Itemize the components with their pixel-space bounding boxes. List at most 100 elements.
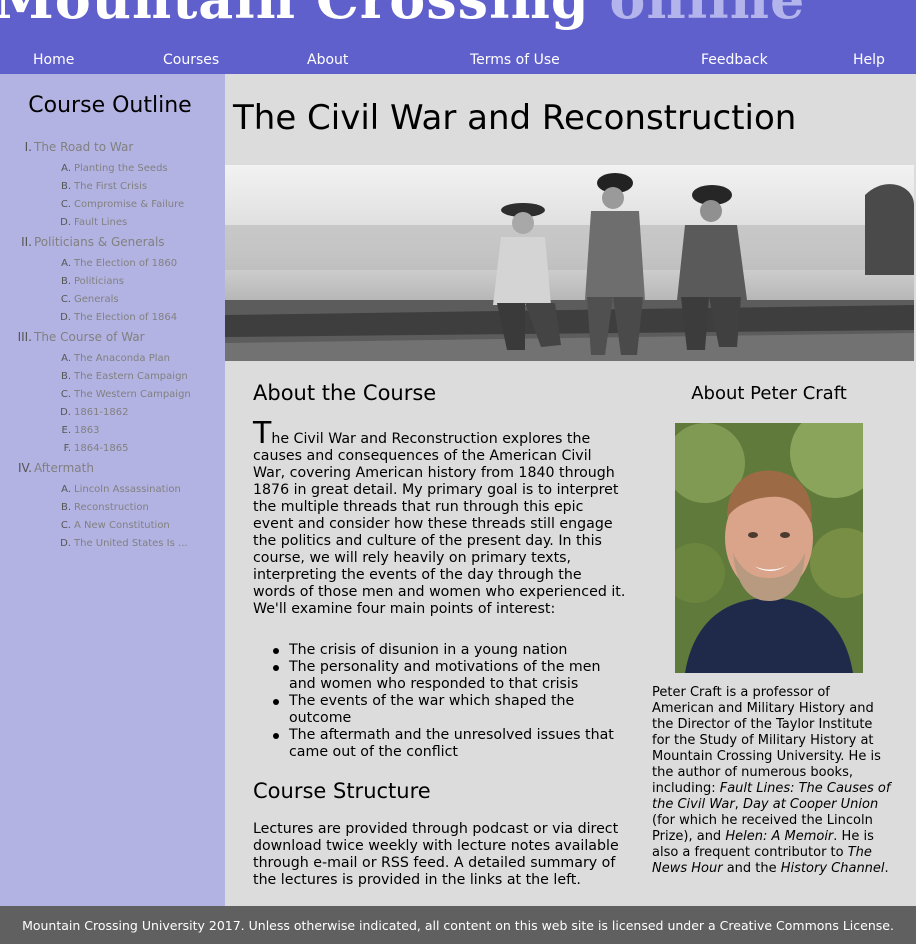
site-header: Mountain Crossing online Home Courses Ab…	[0, 0, 916, 74]
logo-main-text: Mountain Crossing	[0, 0, 590, 31]
course-outline-sidebar: Course Outline I. The Road to War A. Plant…	[0, 74, 225, 906]
nav-home[interactable]: Home	[33, 52, 74, 68]
nav-feedback[interactable]: Feedback	[701, 52, 768, 68]
outline-item: A. Lincoln Assassination	[50, 484, 181, 495]
course-intro-paragraph: The Civil War and Reconstruction explore…	[253, 419, 628, 618]
section-link[interactable]: The Road to War	[34, 140, 133, 154]
drop-cap: T	[253, 416, 272, 451]
item-link[interactable]: Reconstruction	[74, 502, 149, 513]
outline-item: A. Planting the Seeds	[50, 163, 168, 174]
item-link[interactable]: Generals	[74, 294, 119, 305]
item-link[interactable]: Politicians	[74, 276, 124, 287]
main-nav: Home Courses About Terms of Use Feedback…	[0, 52, 916, 74]
site-footer: Mountain Crossing University 2017. Unles…	[0, 906, 916, 944]
points-of-interest-list: The crisis of disunion in a young nation…	[273, 642, 624, 761]
item-link[interactable]: The Election of 1864	[74, 312, 177, 323]
item-letter: B.	[60, 502, 71, 513]
item-letter: D.	[60, 538, 71, 549]
course-structure-heading: Course Structure	[253, 779, 431, 803]
item-letter: D.	[60, 407, 71, 418]
nav-about[interactable]: About	[307, 52, 348, 68]
bio-text: and the	[722, 861, 781, 876]
section-number: IV.	[17, 461, 32, 475]
outline-section: I. The Road to War	[0, 140, 134, 154]
section-number: III.	[17, 330, 32, 344]
site-logo[interactable]: Mountain Crossing online	[0, 0, 805, 26]
item-link[interactable]: Compromise & Failure	[74, 199, 184, 210]
page: Mountain Crossing online Home Courses Ab…	[0, 0, 916, 944]
item-letter: C.	[60, 199, 71, 210]
item-letter: C.	[60, 389, 71, 400]
item-letter: F.	[63, 443, 71, 454]
outline-item: D. Fault Lines	[50, 217, 127, 228]
item-letter: E.	[61, 425, 72, 436]
section-link[interactable]: Aftermath	[34, 461, 94, 475]
hero-photo-graphic	[225, 165, 914, 361]
item-letter: B.	[60, 181, 71, 192]
outline-item: D. The Election of 1864	[50, 312, 177, 323]
outline-item: B. Politicians	[50, 276, 124, 287]
outline-item: B. Reconstruction	[50, 502, 149, 513]
item-letter: C.	[60, 520, 71, 531]
item-link[interactable]: 1861-1862	[74, 407, 129, 418]
bio-text: .	[884, 861, 889, 876]
item-link[interactable]: The Eastern Campaign	[74, 371, 188, 382]
about-author-heading: About Peter Craft	[691, 383, 847, 404]
list-item: The aftermath and the unresolved issues …	[273, 727, 624, 761]
author-portrait-graphic	[675, 423, 863, 673]
item-link[interactable]: 1863	[74, 425, 99, 436]
section-number: I.	[24, 140, 32, 154]
logo-accent-text: online	[609, 0, 805, 31]
item-link[interactable]: The Western Campaign	[74, 389, 191, 400]
item-letter: A.	[61, 484, 71, 495]
nav-terms-of-use[interactable]: Terms of Use	[470, 52, 560, 68]
item-link[interactable]: A New Constitution	[74, 520, 170, 531]
item-letter: B.	[60, 276, 71, 287]
item-letter: D.	[60, 217, 71, 228]
outline-item: C. Generals	[50, 294, 119, 305]
book-title: Helen: A Memoir	[725, 829, 834, 844]
outline-item: A. The Anaconda Plan	[50, 353, 170, 364]
author-portrait	[675, 423, 863, 673]
nav-courses[interactable]: Courses	[163, 52, 219, 68]
item-link[interactable]: Lincoln Assassination	[74, 484, 181, 495]
nav-help[interactable]: Help	[853, 52, 885, 68]
item-link[interactable]: Fault Lines	[74, 217, 127, 228]
outline-item: C. The Western Campaign	[50, 389, 191, 400]
outline-item: A. The Election of 1860	[50, 258, 177, 269]
list-item: The personality and motivations of the m…	[273, 659, 624, 693]
publication-title: History Channel	[780, 861, 885, 876]
outline-item: B. The First Crisis	[50, 181, 147, 192]
outline-item: C. Compromise & Failure	[50, 199, 184, 210]
item-link[interactable]: Planting the Seeds	[74, 163, 168, 174]
item-letter: C.	[60, 294, 71, 305]
outline-item: F. 1864-1865	[50, 443, 129, 454]
bio-text: Peter Craft is a professor of American a…	[652, 685, 881, 796]
list-item: The crisis of disunion in a young nation	[273, 642, 624, 659]
outline-section: IV. Aftermath	[0, 461, 94, 475]
page-title: The Civil War and Reconstruction	[233, 98, 797, 138]
outline-title: Course Outline	[28, 93, 192, 118]
section-number: II.	[21, 235, 32, 249]
item-link[interactable]: The Election of 1860	[74, 258, 177, 269]
outline-item: E. 1863	[50, 425, 100, 436]
item-letter: A.	[61, 163, 71, 174]
section-link[interactable]: Politicians & Generals	[34, 235, 165, 249]
outline-item: B. The Eastern Campaign	[50, 371, 188, 382]
outline-item: C. A New Constitution	[50, 520, 170, 531]
bio-text: ,	[734, 797, 743, 812]
book-title: Day at Cooper Union	[742, 797, 879, 812]
hero-photo-soldiers	[225, 165, 914, 361]
section-link[interactable]: The Course of War	[34, 330, 145, 344]
intro-text: he Civil War and Reconstruction explores…	[253, 431, 626, 617]
item-letter: A.	[61, 258, 71, 269]
item-link[interactable]: The United States Is ...	[74, 538, 188, 549]
item-letter: D.	[60, 312, 71, 323]
list-item: The events of the war which shaped the o…	[273, 693, 624, 727]
item-link[interactable]: The Anaconda Plan	[74, 353, 170, 364]
item-link[interactable]: 1864-1865	[74, 443, 129, 454]
outline-section: II. Politicians & Generals	[0, 235, 165, 249]
item-link[interactable]: The First Crisis	[74, 181, 147, 192]
about-course-heading: About the Course	[253, 381, 437, 405]
item-letter: B.	[60, 371, 71, 382]
